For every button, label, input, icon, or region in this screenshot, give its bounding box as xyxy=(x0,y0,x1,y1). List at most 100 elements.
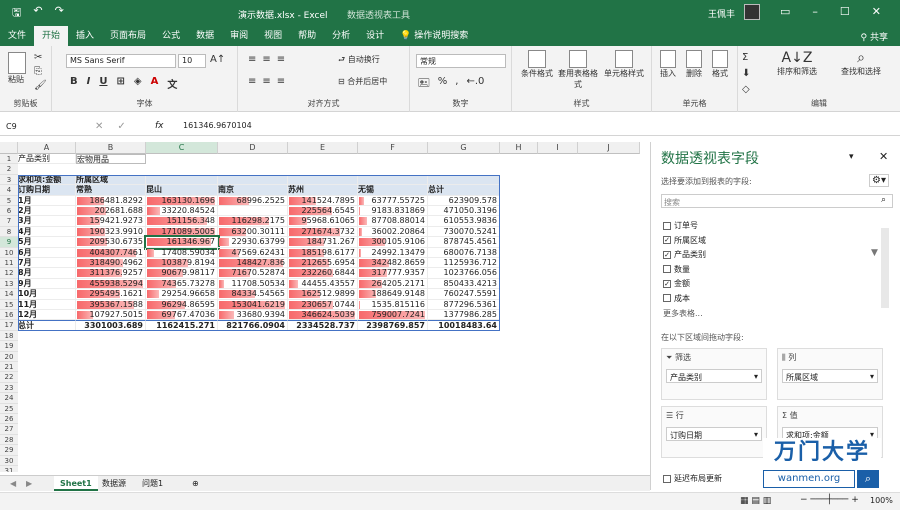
column-field-chip[interactable]: 所属区域 ▾ xyxy=(782,369,878,383)
row-header[interactable]: 14 xyxy=(0,289,18,300)
percent-icon[interactable]: % xyxy=(438,76,448,93)
row-header[interactable]: 27 xyxy=(0,424,18,435)
save-icon[interactable]: 🖫 xyxy=(12,4,21,23)
font-name-select[interactable]: MS Sans Serif xyxy=(66,54,176,68)
increase-decimal-icon[interactable]: ←.0 xyxy=(466,76,484,93)
wrap-text-button[interactable]: ⮐ 自动换行 xyxy=(338,54,380,68)
row-header[interactable]: 16 xyxy=(0,310,18,321)
tab-page-layout[interactable]: 页面布局 xyxy=(102,26,154,46)
field-checkbox-5[interactable]: 成本 xyxy=(663,293,690,304)
tab-view[interactable]: 视图 xyxy=(256,26,290,46)
row-header[interactable]: 8 xyxy=(0,226,18,238)
grow-font-icon[interactable]: A↑ xyxy=(210,54,225,65)
filter-value-cell[interactable]: 宏物用品 xyxy=(76,154,146,165)
row-header[interactable]: 26 xyxy=(0,414,18,425)
row-header[interactable]: 4 xyxy=(0,185,18,196)
function-icon[interactable]: fx xyxy=(155,121,164,131)
defer-update-checkbox[interactable]: 延迟布局更新 xyxy=(663,473,722,484)
bold-button[interactable]: B xyxy=(70,76,78,91)
name-box[interactable]: C9 xyxy=(4,120,74,134)
share-button[interactable]: ⚲ 共享 xyxy=(861,30,888,43)
filters-area[interactable]: ⏷ 筛选 产品类别 ▾ xyxy=(661,348,767,400)
format-as-table-button[interactable]: 套用表格格式 xyxy=(558,50,598,90)
tab-file[interactable]: 文件 xyxy=(0,26,34,46)
tab-review[interactable]: 审阅 xyxy=(222,26,256,46)
filter-field-chip[interactable]: 产品类别 ▾ xyxy=(666,369,762,383)
row-header[interactable]: 28 xyxy=(0,434,18,446)
column-header[interactable]: I xyxy=(538,142,578,154)
close-button[interactable]: ✕ xyxy=(872,5,881,18)
row-header[interactable]: 31 xyxy=(0,466,18,472)
cut-icon[interactable]: ✂ xyxy=(34,52,42,63)
column-header[interactable]: H xyxy=(500,142,538,154)
column-header[interactable]: E xyxy=(288,142,358,154)
insert-cells-button[interactable]: 插入 xyxy=(656,50,680,79)
border-icon[interactable]: ⊞ xyxy=(116,76,124,91)
worksheet-grid[interactable]: A B C D E F G H I J 1 2 3 4 5 6 7 8 9 10 11 12 13 14 15 16 17 18 19 2… xyxy=(0,142,640,472)
field-checkbox-2[interactable]: ✓ 产品类别 xyxy=(663,249,706,260)
sort-filter-button[interactable]: A↓Z 排序和筛选 xyxy=(766,50,828,77)
ribbon-display-icon[interactable]: ▭ xyxy=(780,5,790,18)
autosum-icon[interactable]: Σ xyxy=(742,52,748,63)
redo-icon[interactable]: ↷ xyxy=(55,4,64,23)
tab-help[interactable]: 帮助 xyxy=(290,26,324,46)
tab-design[interactable]: 设计 xyxy=(358,26,392,46)
row-header[interactable]: 23 xyxy=(0,382,18,394)
font-size-select[interactable]: 10 xyxy=(178,54,206,68)
conditional-format-button[interactable]: 条件格式 xyxy=(518,50,556,79)
fill-icon[interactable]: ⬇ xyxy=(742,68,750,79)
row-header[interactable]: 6 xyxy=(0,206,18,217)
tab-insert[interactable]: 插入 xyxy=(68,26,102,46)
row-header[interactable]: 30 xyxy=(0,455,18,466)
tab-data[interactable]: 数据 xyxy=(188,26,222,46)
row-header[interactable]: 11 xyxy=(0,258,18,269)
currency-icon[interactable]: 🖭 xyxy=(418,76,430,93)
merge-center-button[interactable]: ⊟ 合并后居中 xyxy=(338,76,387,87)
row-header[interactable]: 10 xyxy=(0,247,18,258)
row-header[interactable]: 2 xyxy=(0,164,18,175)
column-header[interactable]: B xyxy=(76,142,146,154)
row-header[interactable]: 21 xyxy=(0,362,18,373)
row-header[interactable]: 25 xyxy=(0,403,18,414)
row-header[interactable]: 5 xyxy=(0,195,18,206)
paste-button[interactable]: 粘贴 xyxy=(8,52,26,85)
pane-menu-icon[interactable]: ▾ xyxy=(849,152,854,162)
column-header[interactable]: D xyxy=(218,142,288,154)
view-buttons[interactable]: ▦ ▤ ▥ xyxy=(740,496,771,506)
sheet-tab-3[interactable]: 问题1 xyxy=(136,476,169,491)
delete-cells-button[interactable]: 删除 xyxy=(682,50,706,79)
minimize-button[interactable]: – xyxy=(812,5,818,18)
row-header[interactable]: 13 xyxy=(0,278,18,290)
row-header[interactable]: 9 xyxy=(0,237,18,248)
row-header[interactable]: 19 xyxy=(0,341,18,352)
row-header[interactable]: 17 xyxy=(0,320,18,331)
user-name[interactable]: 王佩丰 xyxy=(708,7,735,20)
row-header[interactable]: 29 xyxy=(0,445,18,456)
field-list-scrollbar[interactable] xyxy=(881,228,889,308)
row-header[interactable]: 3 xyxy=(0,174,18,186)
field-checkbox-0[interactable]: 订单号 xyxy=(663,220,698,231)
tab-formulas[interactable]: 公式 xyxy=(154,26,188,46)
pane-close-icon[interactable]: ✕ xyxy=(879,150,888,163)
format-cells-button[interactable]: 格式 xyxy=(708,50,732,79)
field-checkbox-3[interactable]: 数量 xyxy=(663,264,690,275)
filter-label-cell[interactable]: 产品类别 xyxy=(18,154,76,165)
field-checkbox-1[interactable]: ✓ 所属区域 xyxy=(663,235,706,246)
rows-area[interactable]: ☰ 行订购日期 ▾ xyxy=(661,406,767,458)
undo-icon[interactable]: ↶ xyxy=(33,4,42,23)
add-sheet-icon[interactable]: ⊕ xyxy=(186,476,205,491)
column-header[interactable]: J xyxy=(578,142,640,154)
select-all-corner[interactable] xyxy=(0,142,18,154)
sheet-tab-2[interactable]: 数据源 xyxy=(96,476,132,491)
column-header[interactable]: A xyxy=(18,142,76,154)
number-format-select[interactable]: 常规 xyxy=(416,54,506,68)
tab-home[interactable]: 开始 xyxy=(34,26,69,46)
avatar[interactable] xyxy=(744,4,760,20)
copy-icon[interactable]: ⎘ xyxy=(34,66,42,77)
row-header[interactable]: 20 xyxy=(0,351,18,362)
row-field-chip[interactable]: 订购日期 ▾ xyxy=(666,427,762,441)
column-header[interactable]: F xyxy=(358,142,428,154)
column-header[interactable]: G xyxy=(428,142,500,154)
maximize-button[interactable]: ☐ xyxy=(840,5,850,18)
clear-icon[interactable]: ◇ xyxy=(742,84,750,95)
